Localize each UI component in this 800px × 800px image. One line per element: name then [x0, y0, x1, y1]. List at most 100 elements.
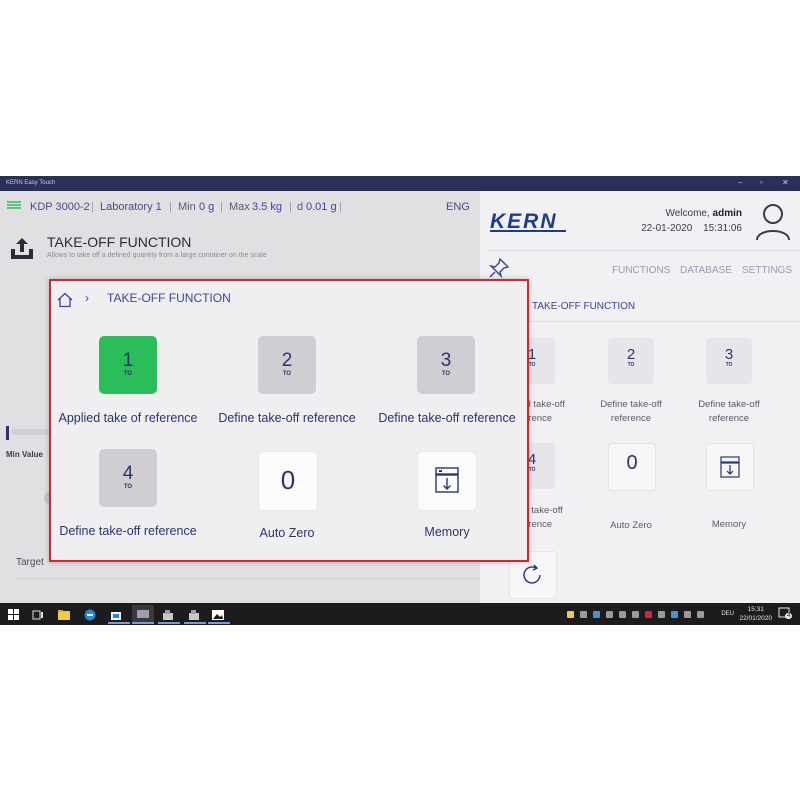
minimize-icon[interactable]: –	[738, 178, 742, 187]
store-icon[interactable]	[110, 608, 122, 620]
popup-tile-label: Memory	[424, 525, 470, 539]
tile-sub: TO	[123, 484, 133, 490]
tile-number: 2	[281, 350, 293, 371]
close-icon[interactable]: ✕	[782, 178, 789, 187]
divider: |	[289, 201, 292, 213]
tab-functions[interactable]: FUNCTIONS	[612, 265, 670, 276]
popup-tile-label: Define take-off reference	[59, 524, 197, 538]
photos-icon[interactable]	[212, 608, 224, 620]
popup-breadcrumb: TAKE-OFF FUNCTION	[107, 291, 231, 305]
d-label: d	[297, 201, 304, 213]
maximize-icon[interactable]: ▫	[760, 178, 763, 187]
active-indicator	[132, 622, 154, 624]
tile-memory[interactable]	[706, 443, 754, 491]
clock-time: 15:31	[747, 606, 764, 613]
device-name: KDP 3000-2	[30, 201, 90, 213]
tab-settings[interactable]: SETTINGS	[742, 265, 792, 276]
welcome-prefix: Welcome,	[665, 208, 710, 219]
divider	[14, 578, 480, 579]
tray-icon[interactable]	[606, 611, 613, 618]
bluetooth-icon[interactable]	[671, 611, 678, 618]
date: 22-01-2020	[641, 223, 693, 234]
memory-icon	[435, 467, 459, 493]
tile-number: 3	[440, 350, 452, 371]
tile-sub: TO	[441, 371, 451, 377]
popup-tile-label: Define take-off reference	[378, 411, 516, 425]
active-indicator	[108, 622, 130, 624]
max-label: Max	[229, 201, 250, 213]
popup-tile-memory[interactable]	[417, 451, 477, 511]
windows-start-icon[interactable]	[8, 608, 20, 620]
tile-number: 1	[122, 350, 134, 371]
pin-icon[interactable]	[488, 257, 510, 279]
tile-sub: TO	[282, 371, 292, 377]
tile-number: 2	[626, 346, 636, 363]
input-language[interactable]: DEU	[721, 611, 734, 617]
tray-icon[interactable]	[645, 611, 652, 618]
app-icon[interactable]	[162, 608, 174, 620]
title-bar: KERN Easy Touch – ▫ ✕	[0, 176, 800, 191]
svg-text:KERN: KERN	[490, 210, 558, 233]
home-icon[interactable]	[57, 292, 73, 308]
popup-tile-take-off-3[interactable]: 3 TO	[417, 336, 475, 394]
user-name: admin	[712, 208, 742, 219]
tile-number: 4	[122, 463, 134, 484]
tray-icon[interactable]	[580, 611, 587, 618]
slider-track	[12, 429, 52, 435]
divider	[488, 321, 800, 322]
tray-icon[interactable]	[658, 611, 665, 618]
tab-database[interactable]: DATABASE	[680, 265, 732, 276]
chevron-right-icon: ›	[85, 291, 89, 305]
target-label: Target	[16, 557, 44, 568]
user-avatar-icon[interactable]	[754, 201, 792, 241]
min-value: 0 g	[199, 201, 215, 213]
date-time: 22-01-2020 15:31:06	[641, 223, 742, 234]
active-indicator	[208, 622, 230, 624]
popup-tile-label: Auto Zero	[259, 526, 315, 540]
active-indicator	[158, 622, 180, 624]
page-subtitle: Allows to take off a defined quantity fr…	[47, 252, 267, 259]
tile-number: 3	[724, 346, 734, 363]
scale-icon	[6, 199, 22, 214]
tray-icon[interactable]	[593, 611, 600, 618]
edge-browser-icon[interactable]	[84, 608, 96, 621]
network-icon[interactable]	[684, 611, 691, 618]
taskbar-clock[interactable]: 15:31 22/01/2020	[739, 605, 772, 623]
popup-tile-auto-zero[interactable]: 0	[258, 451, 318, 511]
tray-icon[interactable]	[567, 611, 574, 618]
welcome-text: Welcome, admin	[665, 208, 742, 219]
tile-sub: TO	[725, 362, 733, 368]
slider-handle[interactable]	[6, 426, 9, 440]
divider: |	[220, 201, 223, 213]
task-view-icon[interactable]	[32, 608, 44, 620]
divider: |	[169, 201, 172, 213]
tray-icon[interactable]	[619, 611, 626, 618]
clock-date: 22/01/2020	[739, 615, 772, 622]
upload-icon	[8, 235, 36, 263]
app-kern-easy-touch-icon[interactable]	[132, 605, 154, 623]
divider: |	[91, 201, 94, 213]
min-value-slider[interactable]	[6, 426, 52, 440]
min-value-label: Min Value	[6, 450, 43, 459]
tile-auto-zero[interactable]: 0	[608, 443, 656, 491]
memory-icon	[720, 456, 740, 478]
notification-center-icon[interactable]: 4	[778, 607, 793, 619]
tile-take-off-3[interactable]: 3 TO	[706, 338, 752, 384]
popup-tile-take-off-2[interactable]: 2 TO	[258, 336, 316, 394]
tile-label: Define take-off reference	[600, 399, 662, 424]
time: 15:31:06	[703, 223, 742, 234]
language-selector[interactable]: ENG	[446, 201, 470, 213]
tray-icon[interactable]	[632, 611, 639, 618]
volume-icon[interactable]	[697, 611, 704, 618]
window-title: KERN Easy Touch	[6, 180, 56, 186]
file-explorer-icon[interactable]	[58, 608, 70, 620]
popup-tile-label: Applied take of reference	[58, 411, 198, 425]
popup-tile-take-off-1[interactable]: 1 TO	[99, 336, 157, 394]
tile-number: 0	[626, 452, 638, 474]
tile-take-off-2[interactable]: 2 TO	[608, 338, 654, 384]
divider: |	[339, 201, 342, 213]
kern-logo: KERN	[490, 209, 574, 233]
app-icon[interactable]	[188, 608, 200, 620]
divider	[488, 250, 800, 251]
popup-tile-take-off-4[interactable]: 4 TO	[99, 449, 157, 507]
